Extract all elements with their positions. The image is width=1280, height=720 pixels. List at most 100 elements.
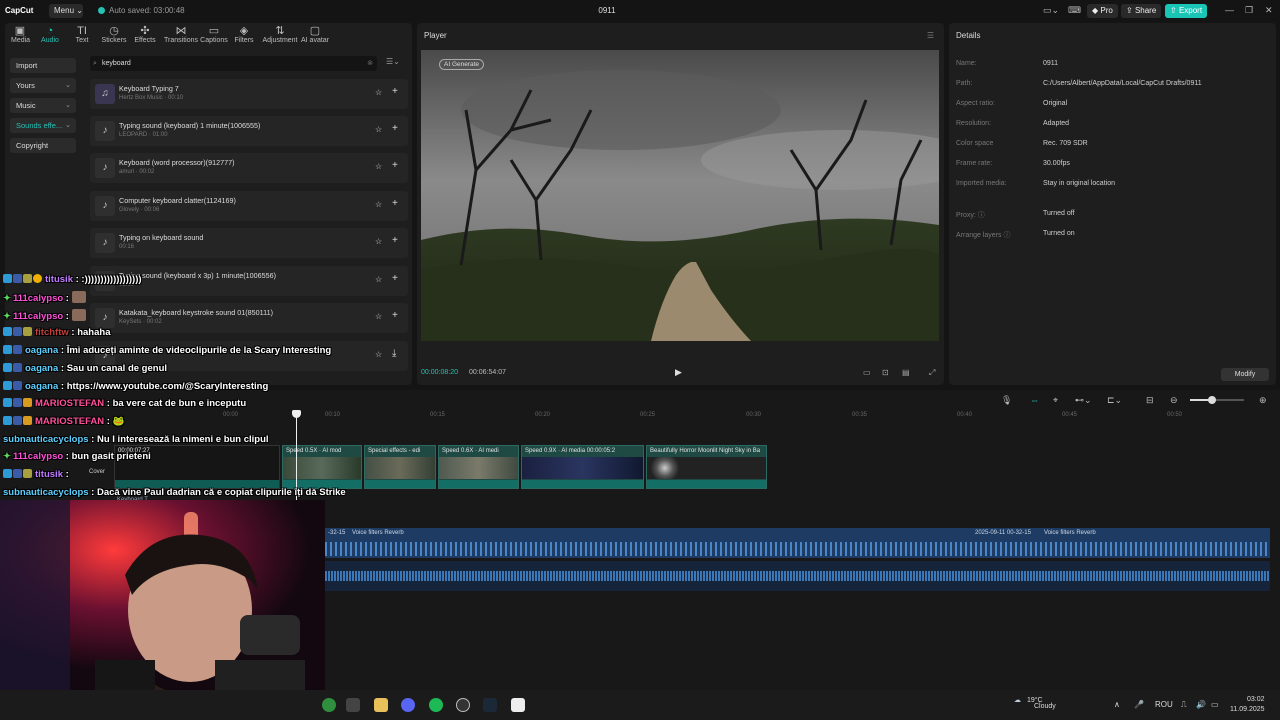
video-clip[interactable]: Speed 0.5X · AI mod	[282, 445, 362, 489]
video-preview[interactable]: AI Generate	[421, 50, 939, 341]
download-icon[interactable]: ⤓	[392, 348, 396, 359]
star-icon[interactable]: ☆	[375, 350, 382, 359]
video-clip[interactable]: Beautifully Horror Moonlit Night Sky in …	[646, 445, 767, 489]
sidebar-label: Music	[16, 101, 36, 110]
video-clip[interactable]: Speed 0.9X · AI media 00:00:05:2	[521, 445, 644, 489]
menu-button[interactable]: Menu ⌄	[49, 4, 83, 18]
add-icon[interactable]: +	[392, 160, 398, 171]
layout-icon[interactable]: ▭⌄	[1043, 5, 1059, 16]
language-indicator[interactable]: ROU	[1155, 700, 1173, 709]
add-icon[interactable]: +	[392, 123, 398, 134]
tab-ai-avatar[interactable]: ▢ AI avatar	[301, 25, 329, 44]
clock[interactable]: 03:02 11.09.2025	[1230, 695, 1265, 715]
fullscreen-icon[interactable]: ⤢	[929, 368, 935, 378]
share-button[interactable]: ⇪ Share	[1121, 4, 1162, 18]
menu-icon[interactable]: ☰	[927, 31, 934, 40]
track-icon[interactable]: ⊷⌄	[1075, 395, 1092, 406]
video-clip[interactable]: Special effects - edi	[364, 445, 436, 489]
modify-button[interactable]: Modify	[1221, 368, 1269, 381]
sidebar-item-sound-effects[interactable]: Sounds effe... ⌄	[10, 118, 76, 133]
shortcuts-icon[interactable]: ⌨	[1068, 5, 1081, 16]
sidebar-item-yours[interactable]: Yours ⌄	[10, 78, 76, 93]
star-icon[interactable]: ☆	[375, 200, 382, 209]
video-clip[interactable]: Speed 0.6X · AI medi	[438, 445, 519, 489]
volume-icon[interactable]: 🔊	[1196, 700, 1206, 709]
file-explorer-icon[interactable]	[374, 698, 388, 712]
tab-text[interactable]: TI Text	[74, 25, 90, 44]
close-icon[interactable]: ✕	[1265, 5, 1273, 16]
crop-icon[interactable]: ⊡	[882, 368, 889, 377]
tab-filters[interactable]: ◈ Filters	[233, 25, 255, 44]
ai-generate-badge[interactable]: AI Generate	[439, 59, 485, 70]
battery-icon[interactable]: ▭	[1211, 700, 1219, 709]
mic-icon[interactable]: 🎤	[1134, 700, 1144, 709]
list-item[interactable]: ♫ Keyboard Typing 7 Hertz Box Music · 00:1…	[90, 79, 408, 109]
steam-icon[interactable]	[483, 698, 497, 712]
clear-icon[interactable]: ⊗	[367, 56, 373, 71]
split-icon[interactable]: ⊏⌄	[1107, 395, 1122, 406]
star-icon[interactable]: ☆	[375, 162, 382, 171]
detail-label: Arrange layers ⓘ	[956, 232, 1011, 239]
zoom-knob[interactable]	[1208, 396, 1216, 404]
tick-label: 00:50	[1167, 412, 1183, 418]
list-item[interactable]: ♪ Computer keyboard clatter(1124169) Glove…	[90, 191, 408, 221]
detail-label: Proxy: ⓘ	[956, 212, 985, 219]
export-button[interactable]: ⇧ Export	[1165, 4, 1208, 18]
tab-transitions[interactable]: ⋈ Transitions	[162, 25, 200, 44]
network-icon[interactable]: ⎍	[1181, 700, 1187, 710]
zoom-in-icon[interactable]: ⊕	[1259, 395, 1267, 406]
obs-icon[interactable]	[456, 698, 470, 712]
star-icon[interactable]: ☆	[375, 125, 382, 134]
add-icon[interactable]: +	[392, 235, 398, 246]
minimize-icon[interactable]: —	[1225, 5, 1234, 15]
app-cube-icon[interactable]	[346, 698, 360, 712]
add-icon[interactable]: +	[392, 310, 398, 321]
tab-adjustment[interactable]: ⇅ Adjustment	[262, 25, 298, 44]
microphone-icon[interactable]: 🎙	[1001, 395, 1012, 406]
chevron-up-icon[interactable]: ∧	[1114, 700, 1120, 709]
tab-stickers[interactable]: ◷ Stickers	[99, 25, 129, 44]
list-item[interactable]: ♪ Typing on keyboard sound 00:16 ☆ +	[90, 228, 408, 258]
star-icon[interactable]: ☆	[375, 237, 382, 246]
star-icon[interactable]: ☆	[375, 312, 382, 321]
sidebar-item-import[interactable]: Import	[10, 58, 76, 73]
list-item[interactable]: ♪ Keyboard (word processor)(912777) amuri …	[90, 153, 408, 183]
star-icon[interactable]: ☆	[375, 88, 382, 97]
list-item[interactable]: ♪ Typing sound (keyboard) 1 minute(100655…	[90, 116, 408, 146]
discord-icon[interactable]	[401, 698, 415, 712]
sidebar-item-copyright[interactable]: Copyright	[10, 138, 76, 153]
tab-captions[interactable]: ▭ Captions	[199, 25, 229, 44]
maximize-icon[interactable]: ❐	[1245, 5, 1253, 16]
zoom-slider[interactable]	[1190, 396, 1244, 404]
add-icon[interactable]: +	[392, 86, 398, 97]
ratio-icon[interactable]: ▭	[863, 368, 871, 377]
app-green-icon[interactable]	[322, 698, 336, 712]
tab-audio[interactable]: ◔ Audio	[40, 25, 60, 44]
tab-effects[interactable]: ✣ Effects	[132, 25, 158, 44]
audio-track-2[interactable]	[325, 561, 1270, 591]
search-input[interactable]: ⌕ keyboard ⊗	[90, 56, 377, 71]
chat-username: 111calypso	[12, 293, 64, 304]
snap-icon[interactable]: ⌖	[1053, 395, 1058, 406]
star-icon[interactable]: ☆	[375, 275, 382, 284]
pro-button[interactable]: ◆ Pro	[1087, 4, 1118, 18]
playhead-handle[interactable]	[292, 410, 301, 418]
tab-media[interactable]: ▣ Media	[11, 25, 30, 44]
quality-icon[interactable]: ▤	[902, 368, 910, 377]
preview-axis-icon[interactable]: ⊟	[1146, 395, 1154, 406]
add-icon[interactable]: +	[392, 198, 398, 209]
cover-label[interactable]: Cover	[89, 469, 105, 475]
sidebar-item-music[interactable]: Music ⌄	[10, 98, 76, 113]
spotify-icon[interactable]	[429, 698, 443, 712]
filter-icon[interactable]: ☰⌄	[386, 57, 400, 66]
add-icon[interactable]: +	[392, 273, 398, 284]
capcut-icon[interactable]	[511, 698, 525, 712]
audio-track[interactable]: -32-15 Voice filters Reverb 2025-09-11 0…	[325, 528, 1270, 558]
music-note-icon: ♪	[95, 233, 115, 253]
audio-clip-label: Voice filters Reverb	[352, 530, 404, 536]
zoom-out-icon[interactable]: ⊖	[1170, 395, 1178, 406]
play-icon[interactable]: ▶	[675, 367, 682, 378]
link-icon[interactable]: ⇔	[1030, 395, 1039, 405]
list-item[interactable]: ♪ Katakata_keyboard keystroke sound 01(85…	[90, 303, 408, 333]
weather-widget[interactable]: ☁ 19°C Cloudy	[1014, 696, 1056, 710]
